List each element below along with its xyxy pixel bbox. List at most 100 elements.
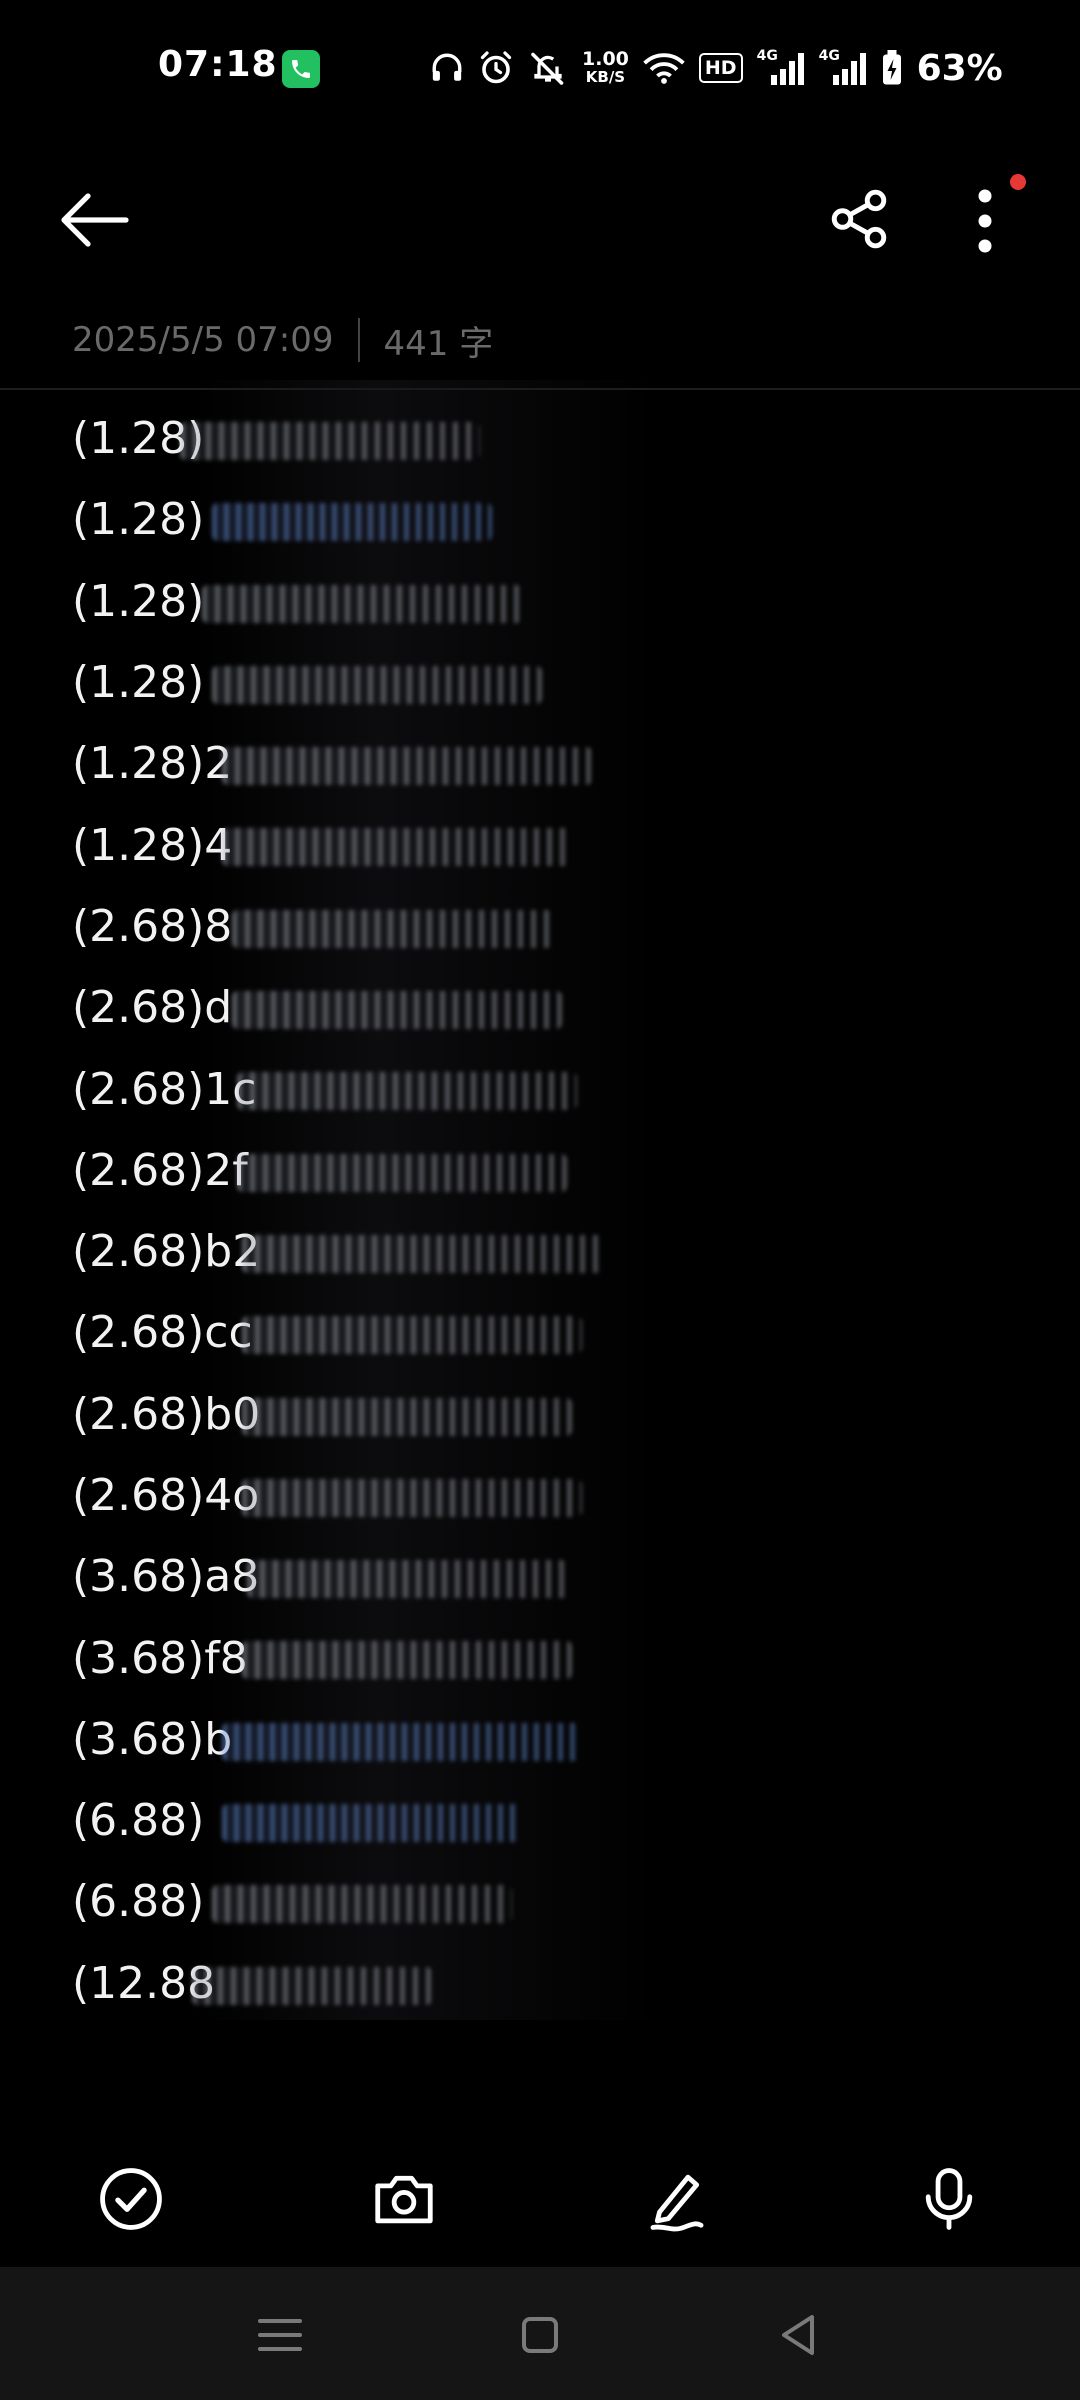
note-body[interactable]: (1.28) (1.28) (1.28) (1.28) (1.28)2 (1.2… xyxy=(72,398,1032,2024)
note-line-text: (2.68)cc xyxy=(72,1307,253,1359)
note-line-text: (1.28) xyxy=(72,494,205,546)
redaction-blur xyxy=(237,1153,567,1192)
redaction-blur xyxy=(242,1478,582,1517)
status-bar: 07:18 1.00 KB/S HD 4G 4G 63% xyxy=(0,0,1080,136)
voice-button[interactable] xyxy=(914,2164,984,2234)
back-arrow-icon xyxy=(61,193,129,247)
note-line[interactable]: (3.68)b xyxy=(72,1699,1032,1780)
note-line-text: (1.28) xyxy=(72,575,205,627)
pen-button[interactable] xyxy=(642,2164,712,2234)
redaction-blur xyxy=(247,1560,567,1599)
redaction-blur xyxy=(212,1885,512,1924)
note-line-text: (1.28)2 xyxy=(72,738,233,790)
note-line-text: (2.68)8 xyxy=(72,900,233,952)
redaction-blur xyxy=(192,1966,432,2005)
note-line[interactable]: (1.28)2 xyxy=(72,723,1032,804)
recent-apps-button[interactable] xyxy=(252,2307,308,2363)
redaction-blur xyxy=(232,991,562,1030)
status-time: 07:18 xyxy=(158,44,278,85)
phone-call-icon[interactable] xyxy=(282,50,320,88)
redaction-blur xyxy=(222,1804,522,1843)
notification-dot xyxy=(1010,174,1026,190)
network-speed-unit: KB/S xyxy=(585,68,626,86)
note-line[interactable]: (6.88) xyxy=(72,1861,1032,1942)
note-line[interactable]: (6.88) xyxy=(72,1780,1032,1861)
system-back-button[interactable] xyxy=(770,2307,826,2363)
note-line[interactable]: (3.68)f8 xyxy=(72,1617,1032,1698)
redaction-blur xyxy=(222,747,592,786)
note-line[interactable]: (1.28) xyxy=(72,479,1032,560)
more-options-button[interactable] xyxy=(960,186,1010,256)
note-line-text: (2.68)1c xyxy=(72,1063,257,1115)
note-line[interactable]: (2.68)4o xyxy=(72,1455,1032,1536)
note-line-text: (3.68)a8 xyxy=(72,1551,260,1603)
note-line[interactable]: (2.68)b0 xyxy=(72,1374,1032,1455)
redaction-blur xyxy=(232,909,552,948)
note-line-text: (3.68)f8 xyxy=(72,1632,248,1684)
more-vertical-icon xyxy=(978,189,992,253)
redaction-blur xyxy=(212,503,492,542)
note-line[interactable]: (2.68)2f xyxy=(72,1130,1032,1211)
alarm-icon xyxy=(480,51,512,84)
battery-charging-icon xyxy=(882,50,901,85)
app-bar xyxy=(0,160,1080,270)
note-line-text: (6.88) xyxy=(72,1795,205,1847)
note-line[interactable]: (2.68)8 xyxy=(72,886,1032,967)
pen-icon xyxy=(650,2174,704,2232)
network-speed-value: 1.00 xyxy=(582,48,629,70)
note-line[interactable]: (1.28) xyxy=(72,561,1032,642)
note-line[interactable]: (1.28)4 xyxy=(72,804,1032,885)
home-button[interactable] xyxy=(512,2307,568,2363)
battery-percent: 63% xyxy=(916,47,1003,89)
checklist-button[interactable] xyxy=(96,2164,166,2234)
note-line[interactable]: (12.88 xyxy=(72,1943,1032,2024)
redaction-blur xyxy=(222,1722,582,1761)
note-line[interactable]: (3.68)a8 xyxy=(72,1536,1032,1617)
note-line[interactable]: (1.28) xyxy=(72,642,1032,723)
signal-type-label: 4G xyxy=(818,48,840,64)
note-line-text: (2.68)2f xyxy=(72,1144,248,1196)
back-icon xyxy=(782,2315,814,2355)
redaction-blur xyxy=(242,1316,582,1355)
divider xyxy=(0,388,1080,390)
network-speed: 1.00 KB/S xyxy=(582,48,629,87)
note-line[interactable]: (2.68)1c xyxy=(72,1048,1032,1129)
note-line-text: (2.68)b2 xyxy=(72,1226,261,1278)
note-line[interactable]: (2.68)d xyxy=(72,967,1032,1048)
hd-voice-badge: HD xyxy=(698,53,743,83)
note-line-text: (1.28) xyxy=(72,657,205,709)
headphones-icon xyxy=(432,53,462,81)
wifi-icon xyxy=(643,53,685,84)
bottom-toolbar xyxy=(0,2148,1080,2248)
meta-separator xyxy=(357,318,360,362)
redaction-blur xyxy=(237,1072,577,1111)
redaction-blur xyxy=(202,584,522,623)
mute-bell-icon xyxy=(531,52,564,85)
camera-button[interactable] xyxy=(369,2164,439,2234)
note-line[interactable]: (2.68)b2 xyxy=(72,1211,1032,1292)
note-meta: 2025/5/5 07:09 441 字 xyxy=(72,312,493,368)
note-line[interactable]: (1.28) xyxy=(72,398,1032,479)
status-icons: 1.00 KB/S HD 4G 4G 63% xyxy=(430,44,1003,92)
redaction-blur xyxy=(242,1641,572,1680)
checklist-icon xyxy=(100,2168,162,2230)
microphone-icon xyxy=(925,2168,973,2230)
note-line-text: (6.88) xyxy=(72,1876,205,1928)
signal-icon: 4G xyxy=(818,48,867,85)
note-line[interactable]: (2.68)cc xyxy=(72,1292,1032,1373)
menu-icon xyxy=(258,2319,302,2351)
note-date: 2025/5/5 07:09 xyxy=(72,320,334,360)
note-line-text: (3.68)b xyxy=(72,1713,233,1765)
signal-type-label: 4G xyxy=(756,48,778,64)
share-button[interactable] xyxy=(826,186,892,252)
note-line-text: (1.28)4 xyxy=(72,819,233,871)
note-char-count: 441 字 xyxy=(383,323,494,364)
redaction-blur xyxy=(242,1397,572,1436)
system-nav-bar xyxy=(0,2267,1080,2400)
camera-icon xyxy=(375,2175,433,2224)
redaction-blur xyxy=(222,828,572,867)
signal-icon: 4G xyxy=(756,48,805,85)
redaction-blur xyxy=(180,422,480,460)
back-button[interactable] xyxy=(58,190,130,250)
home-icon xyxy=(522,2317,558,2353)
